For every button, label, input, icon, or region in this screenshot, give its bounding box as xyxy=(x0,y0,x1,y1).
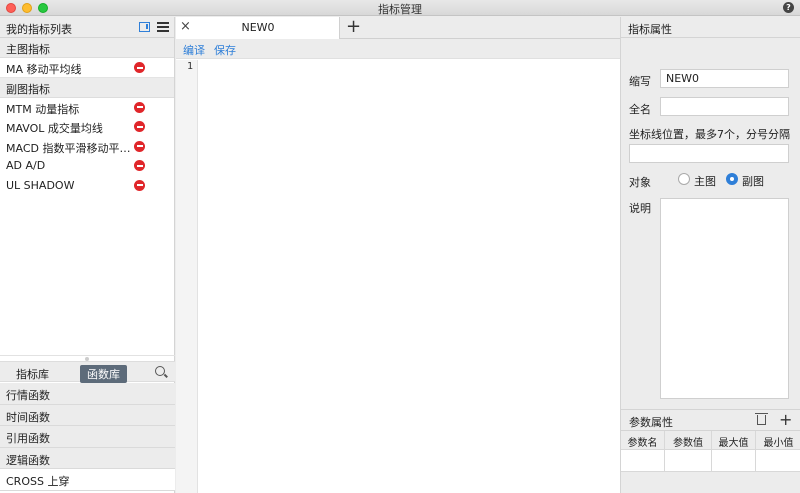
line-number-gutter: 1 xyxy=(176,60,198,493)
function-list: 行情函数 时间函数 引用函数 逻辑函数 CROSS 上穿 xyxy=(0,383,175,491)
delete-icon[interactable] xyxy=(134,101,145,113)
editor-toolbar: 编译 保存 xyxy=(176,39,620,59)
axis-position-label: 坐标线位置，最多7个，分号分隔 xyxy=(629,128,790,141)
indicator-list-header: 我的指标列表 xyxy=(0,17,174,38)
indicator-label: AD A/D xyxy=(6,159,46,172)
function-item[interactable]: CROSS 上穿 xyxy=(0,469,175,491)
indicator-item[interactable]: MACD 指数平滑移动平… xyxy=(0,137,174,157)
title-bar: 指标管理 ? xyxy=(0,0,800,16)
table-row[interactable] xyxy=(621,450,800,472)
add-param-icon[interactable]: + xyxy=(779,410,792,430)
indicator-label: MAVOL 成交量均线 xyxy=(6,122,103,135)
indicator-label: UL SHADOW xyxy=(6,178,75,192)
editor-tab-label: NEW0 xyxy=(241,21,275,34)
indicator-item[interactable]: MTM 动量指标 xyxy=(0,98,174,118)
fullname-input[interactable] xyxy=(660,97,789,116)
radio-sub-chart-label: 副图 xyxy=(742,175,764,188)
group-sub-chart[interactable]: 副图指标 xyxy=(0,77,174,98)
abbr-input[interactable]: NEW0 xyxy=(660,69,789,88)
delete-icon[interactable] xyxy=(134,140,145,152)
line-number: 1 xyxy=(186,61,193,72)
target-label: 对象 xyxy=(629,176,651,189)
save-button[interactable]: 保存 xyxy=(214,42,236,58)
function-category[interactable]: 行情函数 xyxy=(0,383,175,405)
delete-icon[interactable] xyxy=(134,121,145,132)
editor-tab[interactable]: × NEW0 xyxy=(176,17,340,39)
editor-tab-bar: × NEW0 + xyxy=(176,17,620,39)
column-header: 参数值 xyxy=(665,431,712,449)
delete-icon[interactable] xyxy=(134,62,145,73)
params-header: 参数属性 + xyxy=(621,409,800,431)
add-tab-icon[interactable]: + xyxy=(346,17,361,37)
indicator-item[interactable]: MA 移动平均线 xyxy=(0,58,174,78)
tab-function-library[interactable]: 函数库 xyxy=(80,365,127,383)
compile-button[interactable]: 编译 xyxy=(183,42,205,58)
params-title: 参数属性 xyxy=(629,416,673,429)
window-title: 指标管理 xyxy=(378,3,422,16)
description-textarea[interactable] xyxy=(660,198,789,399)
description-label: 说明 xyxy=(629,202,651,215)
panel-view-icon[interactable] xyxy=(139,22,150,32)
list-view-icon[interactable] xyxy=(157,22,169,32)
radio-main-chart[interactable] xyxy=(678,173,690,185)
table-cell[interactable] xyxy=(712,450,756,471)
params-table-header: 参数名 参数值 最大值 最小值 xyxy=(621,431,800,450)
table-cell[interactable] xyxy=(665,450,712,471)
indicator-item[interactable]: UL SHADOW xyxy=(0,176,174,196)
code-editor[interactable] xyxy=(199,60,620,493)
indicator-list-panel: 我的指标列表 主图指标 MA 移动平均线 副图指标 MTM 动量指标 MAVOL… xyxy=(0,17,175,493)
indicator-list-title: 我的指标列表 xyxy=(6,23,72,36)
radio-main-chart-label: 主图 xyxy=(694,175,716,188)
table-cell[interactable] xyxy=(621,450,665,471)
table-cell[interactable] xyxy=(756,450,800,471)
trash-icon[interactable] xyxy=(755,413,768,425)
indicator-label: MTM 动量指标 xyxy=(6,102,80,116)
group-main-chart[interactable]: 主图指标 xyxy=(0,38,174,58)
library-tabs: 指标库 函数库 xyxy=(0,361,175,383)
function-category[interactable]: 时间函数 xyxy=(0,404,175,426)
indicator-label: MA 移动平均线 xyxy=(6,63,82,76)
column-header: 最小值 xyxy=(763,438,794,449)
function-category[interactable]: 逻辑函数 xyxy=(0,447,175,469)
properties-panel: 指标属性 缩写 NEW0 全名 坐标线位置，最多7个，分号分隔 对象 主图 副图… xyxy=(620,17,800,493)
search-icon[interactable] xyxy=(155,366,165,376)
params-table: 参数名 参数值 最大值 最小值 xyxy=(621,431,800,472)
function-category[interactable]: 引用函数 xyxy=(0,426,175,448)
abbr-label: 缩写 xyxy=(629,75,651,88)
column-header: 参数名 xyxy=(621,431,665,449)
delete-icon[interactable] xyxy=(134,160,145,171)
properties-header: 指标属性 xyxy=(621,17,800,38)
indicator-label: MACD 指数平滑移动平… xyxy=(6,141,131,155)
tab-indicator-library[interactable]: 指标库 xyxy=(9,365,56,383)
axis-position-input[interactable] xyxy=(629,144,789,163)
fullname-label: 全名 xyxy=(629,103,651,116)
help-icon[interactable]: ? xyxy=(783,2,794,13)
radio-sub-chart[interactable] xyxy=(726,173,738,185)
column-header: 最大值 xyxy=(712,431,756,449)
indicator-item[interactable]: MAVOL 成交量均线 xyxy=(0,117,174,137)
editor-area: × NEW0 + 编译 保存 1 xyxy=(176,17,620,493)
delete-icon[interactable] xyxy=(134,179,145,191)
indicator-item[interactable]: AD A/D xyxy=(0,156,174,176)
